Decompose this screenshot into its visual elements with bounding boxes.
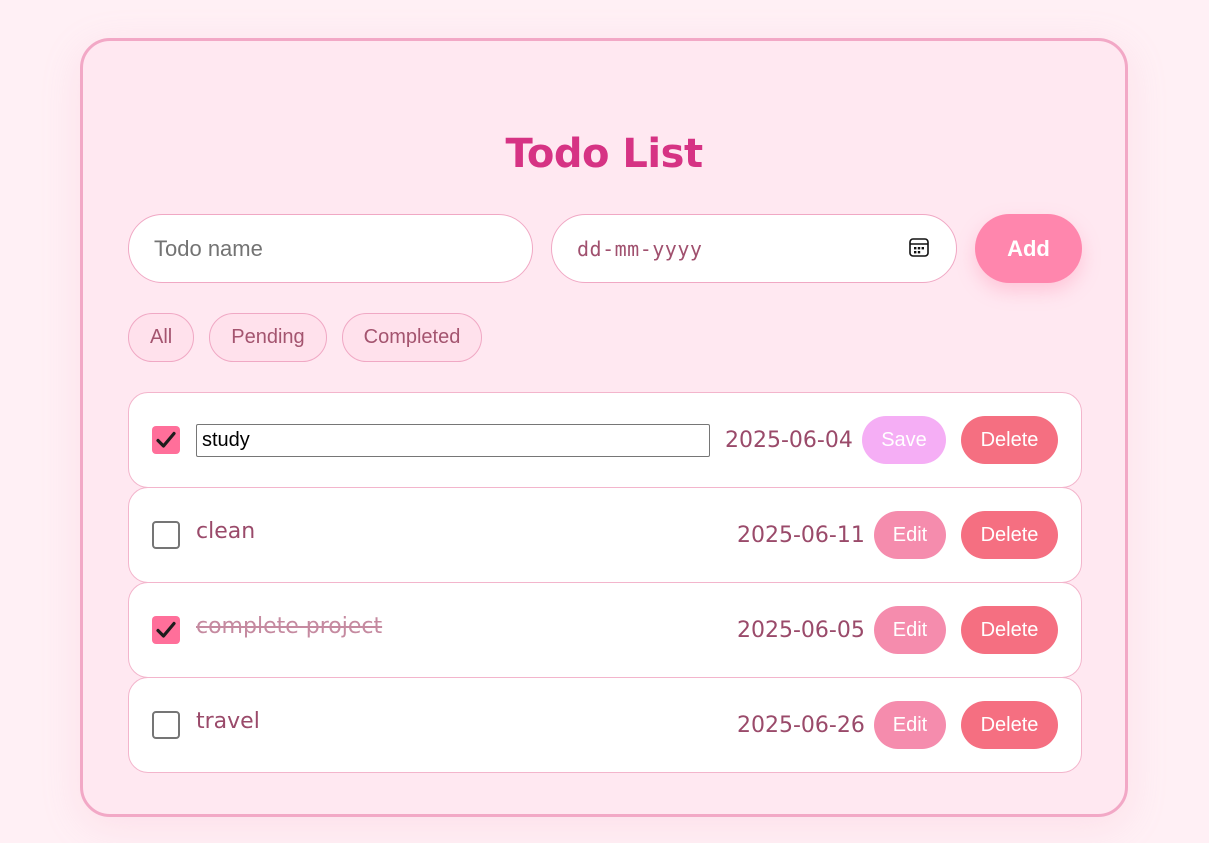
filter-pending-button[interactable]: Pending (209, 313, 327, 362)
todo-checkbox[interactable] (152, 616, 180, 644)
edit-button[interactable]: Edit (874, 701, 946, 749)
checkmark-icon (156, 621, 176, 638)
todo-name-input[interactable]: Todo name (128, 214, 533, 283)
add-todo-form: Todo name dd-mm-yyyy Add (128, 214, 1084, 284)
todo-name-placeholder: Todo name (154, 235, 263, 261)
todo-list: study 2025-06-04 Save Delete clean 2025-… (128, 392, 1082, 773)
todo-checkbox[interactable] (152, 521, 180, 549)
todo-date: 2025-06-04 (725, 428, 853, 453)
filter-bar: All Pending Completed (128, 313, 483, 363)
todo-row: clean 2025-06-11 Edit Delete (128, 487, 1082, 583)
todo-date-input[interactable]: dd-mm-yyyy (551, 214, 957, 283)
edit-button[interactable]: Edit (874, 606, 946, 654)
todo-date-placeholder: dd-mm-yyyy (577, 236, 703, 261)
edit-button[interactable]: Edit (874, 511, 946, 559)
save-button[interactable]: Save (862, 416, 946, 464)
checkmark-icon (156, 431, 176, 448)
filter-completed-button[interactable]: Completed (341, 313, 483, 362)
todo-edit-input[interactable]: study (196, 424, 710, 457)
delete-button[interactable]: Delete (961, 701, 1058, 749)
filter-all-button[interactable]: All (128, 313, 195, 362)
todo-date: 2025-06-11 (737, 523, 865, 548)
delete-button[interactable]: Delete (961, 606, 1058, 654)
delete-button[interactable]: Delete (961, 416, 1058, 464)
delete-button[interactable]: Delete (961, 511, 1058, 559)
todo-checkbox[interactable] (152, 426, 180, 454)
add-button[interactable]: Add (975, 214, 1082, 283)
todo-date: 2025-06-05 (737, 618, 865, 643)
todo-card: Todo List Todo name dd-mm-yyyy Add All P… (80, 38, 1128, 817)
todo-checkbox[interactable] (152, 711, 180, 739)
page-title: Todo List (505, 131, 703, 177)
todo-row: travel 2025-06-26 Edit Delete (128, 677, 1082, 773)
todo-text: travel (196, 709, 260, 734)
todo-date: 2025-06-26 (737, 713, 865, 738)
todo-text: complete project (196, 614, 383, 639)
calendar-icon[interactable] (908, 236, 930, 262)
todo-row: complete project 2025-06-05 Edit Delete (128, 582, 1082, 678)
todo-row: study 2025-06-04 Save Delete (128, 392, 1082, 488)
todo-text: clean (196, 519, 256, 544)
